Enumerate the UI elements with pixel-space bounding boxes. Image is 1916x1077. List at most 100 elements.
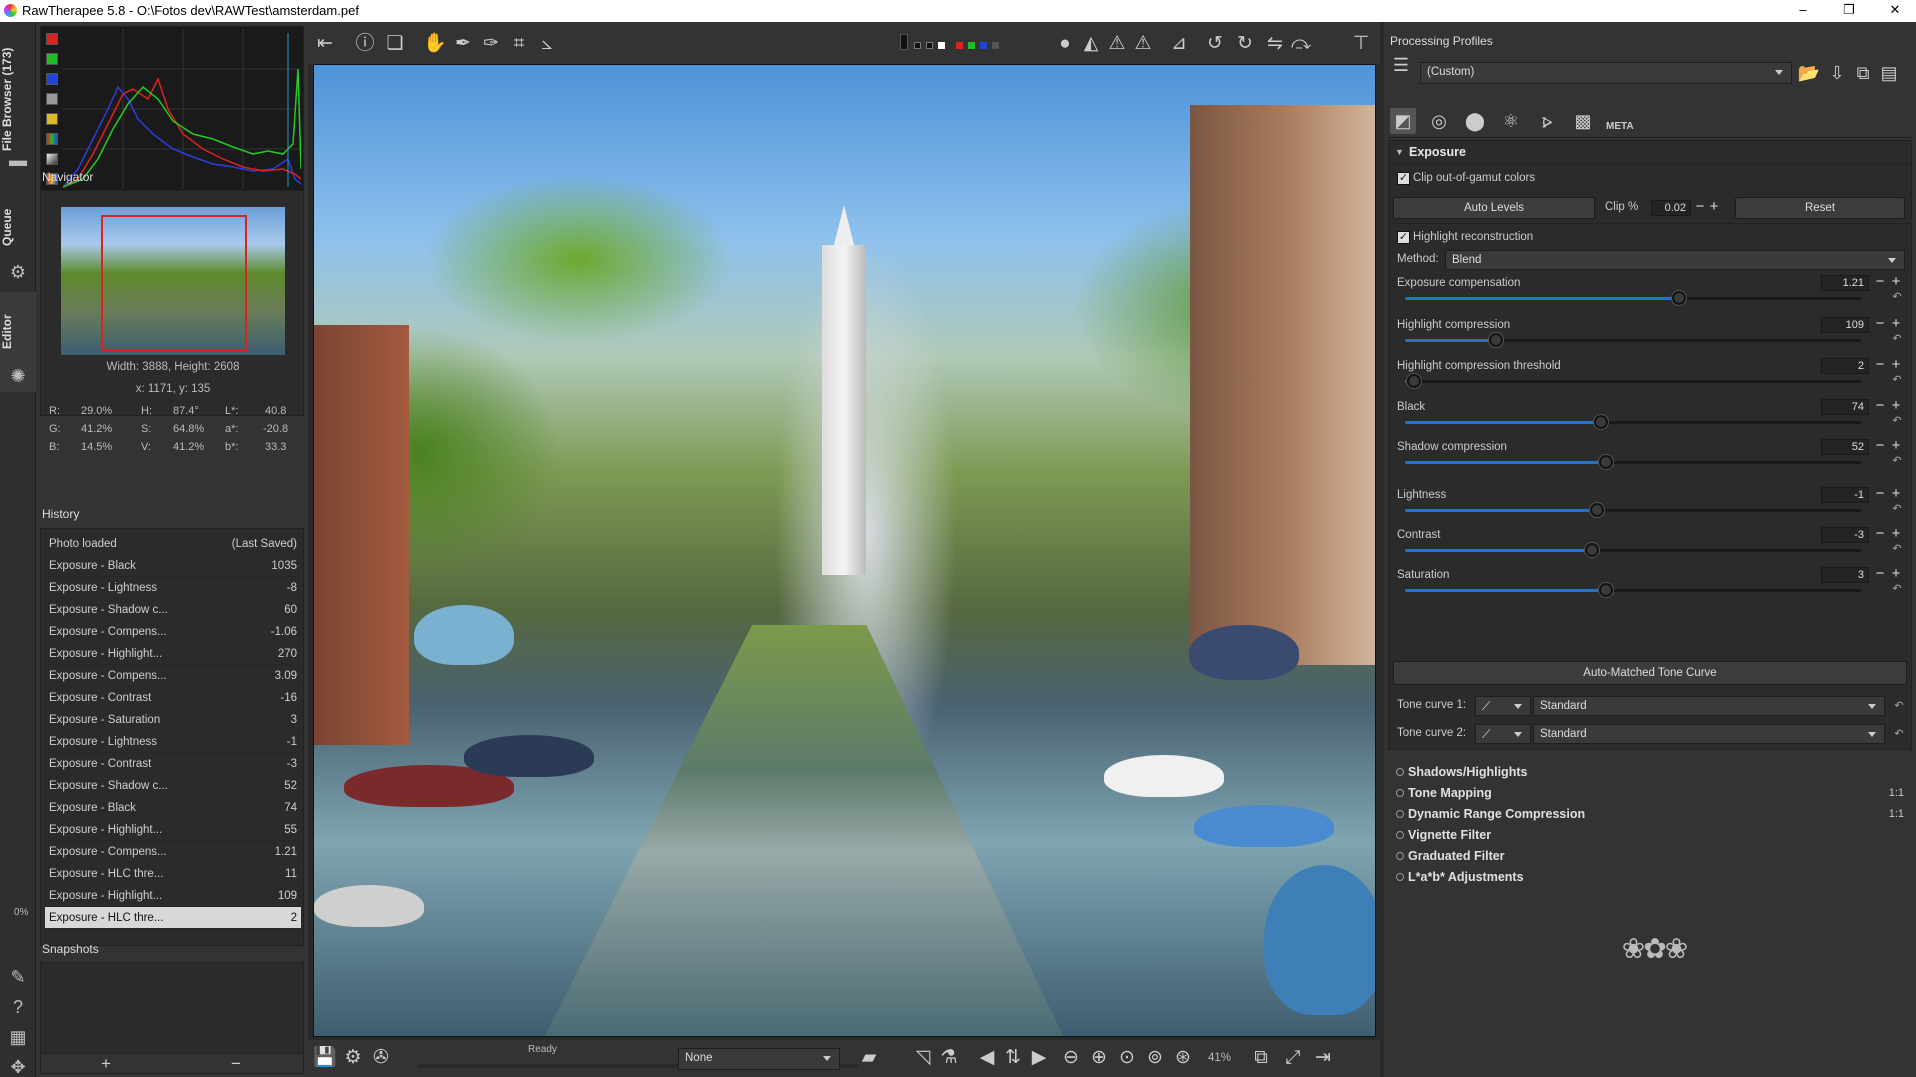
- tool-enable-icon[interactable]: [1396, 810, 1404, 818]
- advanced-tab-icon[interactable]: ⚛: [1498, 108, 1524, 134]
- slider-knob[interactable]: [1584, 543, 1599, 557]
- slider-minus-button[interactable]: −: [1873, 316, 1887, 333]
- slider-plus-button[interactable]: +: [1889, 316, 1903, 333]
- tone-curve-1-reset-icon[interactable]: ↶: [1893, 700, 1905, 712]
- tab-editor[interactable]: Editor: [0, 302, 36, 362]
- tool-header[interactable]: Dynamic Range Compression 1:1: [1388, 804, 1912, 824]
- gears-icon[interactable]: ⚙: [8, 262, 28, 282]
- clip-plus-button[interactable]: +: [1707, 199, 1721, 216]
- exposure-tab-icon[interactable]: ◩: [1390, 108, 1416, 134]
- history-item[interactable]: Exposure - Compens... 3.09: [45, 665, 301, 687]
- tool-header[interactable]: Graduated Filter: [1388, 846, 1912, 866]
- color-picker-icon[interactable]: ✑: [478, 31, 504, 57]
- profile-select[interactable]: (Custom): [1420, 62, 1792, 84]
- history-item[interactable]: Exposure - Lightness -8: [45, 577, 301, 599]
- slider-track[interactable]: [1405, 333, 1861, 347]
- white-balance-picker-icon[interactable]: ✒: [450, 31, 476, 57]
- slider-plus-button[interactable]: +: [1889, 274, 1903, 291]
- close-button[interactable]: ✕: [1872, 0, 1916, 22]
- slider-track[interactable]: [1405, 374, 1861, 388]
- tone-curve-1-select[interactable]: Standard: [1533, 696, 1885, 716]
- folder-icon[interactable]: ▬: [8, 150, 28, 170]
- clip-percent-value[interactable]: 0.02: [1651, 200, 1691, 216]
- perspective-icon[interactable]: ⊿: [1166, 31, 1192, 57]
- crop-icon[interactable]: ⌗: [506, 31, 532, 57]
- tone-curve-2-select[interactable]: Standard: [1533, 724, 1885, 744]
- aperture-icon[interactable]: ✺: [8, 366, 28, 386]
- tab-queue[interactable]: Queue: [0, 197, 36, 257]
- histogram-red-toggle[interactable]: [46, 33, 58, 45]
- transform-tab-icon[interactable]: ⦠: [1534, 108, 1560, 134]
- slider-knob[interactable]: [1489, 333, 1504, 347]
- histogram-luma-toggle[interactable]: [46, 93, 58, 105]
- detail-window-icon[interactable]: ⧉: [1248, 1045, 1274, 1071]
- tool-header[interactable]: L*a*b* Adjustments: [1388, 867, 1912, 887]
- slider-knob[interactable]: [1598, 455, 1613, 469]
- slider-value-field[interactable]: 74: [1821, 399, 1869, 415]
- save-profile-icon[interactable]: ⇩: [1824, 60, 1850, 86]
- slider-reset-icon[interactable]: ↶: [1891, 543, 1903, 555]
- slider-knob[interactable]: [1598, 583, 1613, 597]
- slider-value-field[interactable]: -1: [1821, 487, 1869, 503]
- before-after-icon[interactable]: ❏: [382, 31, 408, 57]
- slider-reset-icon[interactable]: ↶: [1891, 583, 1903, 595]
- tab-file-browser[interactable]: File Browser (173): [0, 34, 36, 164]
- slider-value-field[interactable]: 3: [1821, 567, 1869, 583]
- history-item[interactable]: Exposure - Shadow c... 52: [45, 775, 301, 797]
- pen-icon[interactable]: ✎: [8, 967, 28, 987]
- histogram-bar-toggle[interactable]: [46, 153, 58, 165]
- zoom-in-icon[interactable]: ⊕: [1086, 1045, 1112, 1071]
- slider-minus-button[interactable]: −: [1873, 438, 1887, 455]
- reset-button[interactable]: Reset: [1735, 197, 1905, 219]
- history-item[interactable]: Exposure - Saturation 3: [45, 709, 301, 731]
- method-select[interactable]: Blend: [1445, 250, 1905, 270]
- history-item[interactable]: Exposure - Highlight... 109: [45, 885, 301, 907]
- slider-reset-icon[interactable]: ↶: [1891, 374, 1903, 386]
- maximize-button[interactable]: ❐: [1826, 0, 1872, 22]
- slider-knob[interactable]: [1671, 291, 1686, 305]
- slider-plus-button[interactable]: +: [1889, 398, 1903, 415]
- slider-plus-button[interactable]: +: [1889, 566, 1903, 583]
- slider-reset-icon[interactable]: ↶: [1891, 333, 1903, 345]
- history-item[interactable]: Exposure - HLC thre... 2: [45, 907, 301, 929]
- history-item[interactable]: Exposure - Contrast -16: [45, 687, 301, 709]
- hide-left-panel-icon[interactable]: ⇤: [312, 31, 338, 57]
- history-item[interactable]: Exposure - Black 1035: [45, 555, 301, 577]
- info-icon[interactable]: ⓘ: [352, 31, 378, 57]
- history-item[interactable]: Exposure - Lightness -1: [45, 731, 301, 753]
- slider-minus-button[interactable]: −: [1873, 357, 1887, 374]
- previous-image-icon[interactable]: ◀: [974, 1045, 1000, 1071]
- slider-plus-button[interactable]: +: [1889, 526, 1903, 543]
- gamut-check-icon[interactable]: ⚗: [936, 1045, 962, 1071]
- zoom-100-icon[interactable]: ⊛: [1170, 1045, 1196, 1071]
- tool-enable-icon[interactable]: [1396, 789, 1404, 797]
- slider-track[interactable]: [1405, 291, 1861, 305]
- slider-reset-icon[interactable]: ↶: [1891, 503, 1903, 515]
- collapse-chevron-icon[interactable]: ▼: [1395, 147, 1404, 157]
- histogram-green-toggle[interactable]: [46, 53, 58, 65]
- clip-gamut-checkbox[interactable]: ✓: [1397, 172, 1410, 185]
- queue-icon[interactable]: ⚙: [340, 1045, 366, 1071]
- minimize-button[interactable]: –: [1780, 0, 1826, 22]
- slider-minus-button[interactable]: −: [1873, 526, 1887, 543]
- history-item[interactable]: Photo loaded (Last Saved): [45, 533, 301, 555]
- history-item[interactable]: Exposure - Compens... 1.21: [45, 841, 301, 863]
- tool-header[interactable]: Tone Mapping 1:1: [1388, 783, 1912, 803]
- image-preview[interactable]: [313, 64, 1376, 1037]
- sync-icon[interactable]: ⇅: [1000, 1045, 1026, 1071]
- output-profile-select[interactable]: None: [678, 1048, 840, 1070]
- color-tab-icon[interactable]: ⬤: [1462, 108, 1488, 134]
- remove-snapshot-button[interactable]: −: [231, 1054, 241, 1074]
- highlight-clip-warning-icon[interactable]: ⚠: [1104, 31, 1130, 57]
- channel-preview-buttons[interactable]: [900, 34, 1010, 52]
- hide-right-panel-icon[interactable]: ⇥: [1310, 1045, 1336, 1071]
- slider-track[interactable]: [1405, 543, 1861, 557]
- tone-curve-2-reset-icon[interactable]: ↶: [1893, 728, 1905, 740]
- slider-reset-icon[interactable]: ↶: [1891, 415, 1903, 427]
- slider-minus-button[interactable]: −: [1873, 398, 1887, 415]
- slider-knob[interactable]: [1594, 415, 1609, 429]
- slider-plus-button[interactable]: +: [1889, 438, 1903, 455]
- add-snapshot-button[interactable]: +: [101, 1054, 111, 1074]
- histogram-chroma-toggle[interactable]: [46, 113, 58, 125]
- navigator-thumbnail[interactable]: [61, 207, 285, 355]
